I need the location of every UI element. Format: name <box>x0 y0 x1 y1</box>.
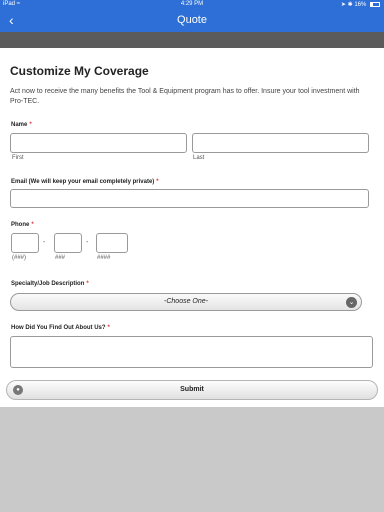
header-divider-bar <box>0 32 384 48</box>
last-name-sublabel: Last <box>193 155 205 161</box>
status-time: 4:29 PM <box>180 1 204 7</box>
status-bar: iPad ≈ 4:29 PM ➤ ✱ 16% <box>0 0 384 10</box>
last-name-field[interactable] <box>192 133 369 153</box>
required-marker: * <box>156 179 159 185</box>
referral-textarea[interactable] <box>10 336 373 368</box>
phone-area-sublabel: (###) <box>12 255 27 261</box>
page-title: Quote <box>177 14 207 26</box>
submit-label: Submit <box>180 386 204 393</box>
email-label: Email (We will keep your email completel… <box>11 179 159 185</box>
phone-prefix-sublabel: ### <box>55 255 66 261</box>
required-marker: * <box>31 222 34 228</box>
phone-separator: - <box>43 239 46 246</box>
name-label: Name * <box>11 122 32 128</box>
battery-icon <box>370 2 380 7</box>
bluetooth-icon: ✱ <box>347 2 353 8</box>
first-name-field[interactable] <box>10 133 187 153</box>
submit-button[interactable]: ● Submit <box>6 380 378 400</box>
phone-separator: - <box>86 239 89 246</box>
phone-line-sublabel: #### <box>97 255 111 261</box>
phone-line-field[interactable] <box>96 233 128 253</box>
phone-prefix-field[interactable] <box>54 233 82 253</box>
referral-label: How Did You Find Out About Us? * <box>11 325 110 331</box>
battery-percent: 16% <box>354 2 367 8</box>
nav-bar: ‹ Quote <box>0 10 384 32</box>
quote-form-panel: Customize My Coverage Act now to receive… <box>0 48 384 407</box>
required-marker: * <box>29 122 32 128</box>
email-field[interactable] <box>10 189 369 208</box>
required-marker: * <box>86 281 89 287</box>
form-title: Customize My Coverage <box>10 64 149 78</box>
specialty-selected-value: -Choose One- <box>164 298 208 305</box>
required-marker: * <box>107 325 110 331</box>
phone-label: Phone * <box>11 222 34 228</box>
chevron-down-icon: ⌄ <box>346 297 357 308</box>
first-name-sublabel: First <box>12 155 24 161</box>
specialty-label: Specialty/Job Description * <box>11 281 89 287</box>
status-right: ➤ ✱ 16% <box>341 1 380 8</box>
location-arrow-icon: ➤ <box>340 2 346 8</box>
specialty-select[interactable]: -Choose One- ⌄ <box>10 293 362 311</box>
phone-area-code-field[interactable] <box>11 233 39 253</box>
form-intro: Act now to receive the many benefits the… <box>10 88 360 105</box>
